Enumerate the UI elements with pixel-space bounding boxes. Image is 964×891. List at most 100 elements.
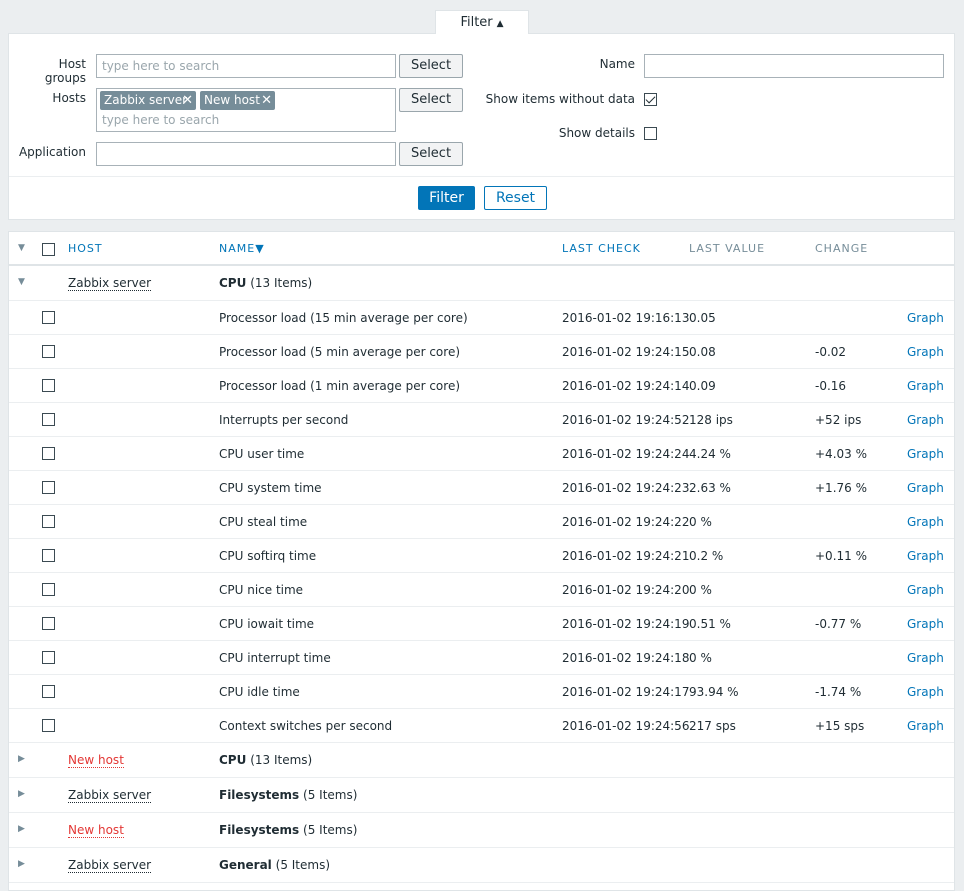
host-link[interactable]: New host [68, 753, 124, 768]
application-input[interactable] [96, 142, 396, 166]
header-name[interactable]: NAME▼ [219, 242, 265, 255]
show-details-checkbox[interactable] [644, 127, 657, 140]
header-host[interactable]: HOST [68, 242, 103, 255]
remove-chip-icon[interactable]: ✕ [261, 91, 272, 110]
collapse-arrow-icon: ▲ [496, 19, 504, 29]
item-last-value: 0.2 % [689, 549, 724, 563]
graph-link[interactable]: Graph [907, 549, 944, 563]
latest-data-table: ▼ HOST NAME▼ LAST CHECK LAST VALUE CHANG… [8, 231, 955, 891]
collapsed-arrow-icon[interactable]: ▶ [18, 824, 25, 834]
item-name: Interrupts per second [219, 413, 349, 427]
item-last-check: 2016-01-02 19:24:24 [562, 447, 690, 461]
table-row: CPU iowait time 2016-01-02 19:24:19 0.51 %… [9, 607, 954, 641]
collapsed-arrow-icon[interactable]: ▶ [18, 859, 25, 869]
filter-tab-label: Filter [460, 15, 493, 30]
host-groups-select-button[interactable]: Select [399, 54, 463, 78]
host-chip: New host ✕ [200, 91, 275, 110]
item-last-check: 2016-01-02 19:24:17 [562, 685, 690, 699]
graph-link[interactable]: Graph [907, 447, 944, 461]
item-checkbox[interactable] [42, 719, 55, 732]
item-name: Processor load (1 min average per core) [219, 379, 461, 393]
host-groups-input[interactable]: type here to search [96, 54, 396, 78]
application-name: CPU (13 Items) [219, 753, 312, 767]
item-change: +0.11 % [815, 549, 867, 563]
item-change: +52 ips [815, 413, 862, 427]
expanded-arrow-icon[interactable]: ▼ [18, 277, 25, 287]
item-name: CPU interrupt time [219, 651, 331, 665]
item-name: CPU idle time [219, 685, 300, 699]
group-host: Zabbix server [68, 858, 152, 873]
hosts-multiselect[interactable]: Zabbix server ✕ New host ✕ type here to … [96, 88, 396, 132]
host-link[interactable]: Zabbix server [68, 858, 152, 873]
item-checkbox[interactable] [42, 583, 55, 596]
collapsed-arrow-icon[interactable]: ▶ [18, 754, 25, 764]
item-last-check: 2016-01-02 19:24:19 [562, 617, 690, 631]
application-name: CPU (13 Items) [219, 276, 312, 290]
application-label: Application [18, 145, 86, 159]
item-last-value: 0.08 [689, 345, 716, 359]
application-label: Filesystems [219, 788, 300, 802]
graph-link[interactable]: Graph [907, 685, 944, 699]
graph-link[interactable]: Graph [907, 481, 944, 495]
graph-link[interactable]: Graph [907, 345, 944, 359]
item-name: CPU iowait time [219, 617, 315, 631]
hosts-search-input[interactable]: type here to search [102, 113, 219, 127]
show-items-without-data-checkbox[interactable] [644, 93, 657, 106]
table-row: Processor load (1 min average per core) 2… [9, 369, 954, 403]
item-last-check: 2016-01-02 19:24:21 [562, 549, 690, 563]
host-link[interactable]: New host [68, 823, 124, 838]
application-select-button[interactable]: Select [399, 142, 463, 166]
header-change: CHANGE [815, 242, 869, 255]
table-row: CPU interrupt time 2016-01-02 19:24:18 0 %… [9, 641, 954, 675]
header-last-check[interactable]: LAST CHECK [562, 242, 641, 255]
select-all-checkbox[interactable] [42, 243, 55, 256]
graph-link[interactable]: Graph [907, 311, 944, 325]
item-name: CPU user time [219, 447, 305, 461]
filter-tab[interactable]: Filter ▲ [435, 10, 529, 34]
item-checkbox[interactable] [42, 685, 55, 698]
hosts-select-button[interactable]: Select [399, 88, 463, 112]
remove-chip-icon[interactable]: ✕ [182, 91, 193, 110]
graph-link[interactable]: Graph [907, 651, 944, 665]
item-checkbox[interactable] [42, 617, 55, 630]
item-checkbox[interactable] [42, 447, 55, 460]
graph-link[interactable]: Graph [907, 413, 944, 427]
group-row: ▼ Zabbix server CPU (13 Items) [9, 266, 954, 301]
name-input[interactable] [644, 54, 944, 78]
item-last-value: 0.51 % [689, 617, 731, 631]
graph-link[interactable]: Graph [907, 719, 944, 733]
group-row: ▶ Zabbix server General (5 Items) [9, 848, 954, 883]
item-name: Context switches per second [219, 719, 393, 733]
item-last-value: 0.05 [689, 311, 716, 325]
item-checkbox[interactable] [42, 379, 55, 392]
item-name: CPU steal time [219, 515, 308, 529]
item-change: -0.02 [815, 345, 847, 359]
graph-link[interactable]: Graph [907, 379, 944, 393]
item-checkbox[interactable] [42, 651, 55, 664]
graph-link[interactable]: Graph [907, 617, 944, 631]
application-name: Filesystems (5 Items) [219, 788, 357, 802]
item-checkbox[interactable] [42, 311, 55, 324]
item-checkbox[interactable] [42, 515, 55, 528]
collapse-all-icon[interactable]: ▼ [18, 243, 25, 253]
host-link[interactable]: Zabbix server [68, 788, 152, 803]
application-count: (5 Items) [275, 858, 331, 872]
host-link[interactable]: Zabbix server [68, 276, 152, 291]
item-checkbox[interactable] [42, 481, 55, 494]
item-last-value: 93.94 % [689, 685, 739, 699]
graph-link[interactable]: Graph [907, 515, 944, 529]
item-name: CPU softirq time [219, 549, 317, 563]
item-name: Processor load (5 min average per core) [219, 345, 461, 359]
graph-link[interactable]: Graph [907, 583, 944, 597]
application-count: (5 Items) [303, 788, 358, 802]
table-header: ▼ HOST NAME▼ LAST CHECK LAST VALUE CHANG… [9, 232, 954, 266]
reset-button[interactable]: Reset [484, 186, 547, 210]
filter-button[interactable]: Filter [418, 186, 475, 210]
collapsed-arrow-icon[interactable]: ▶ [18, 789, 25, 799]
application-name: Filesystems (5 Items) [219, 823, 357, 837]
item-checkbox[interactable] [42, 345, 55, 358]
item-checkbox[interactable] [42, 549, 55, 562]
item-checkbox[interactable] [42, 413, 55, 426]
group-row: ▶ New host CPU (13 Items) [9, 743, 954, 778]
host-chip-label: New host [204, 93, 260, 107]
